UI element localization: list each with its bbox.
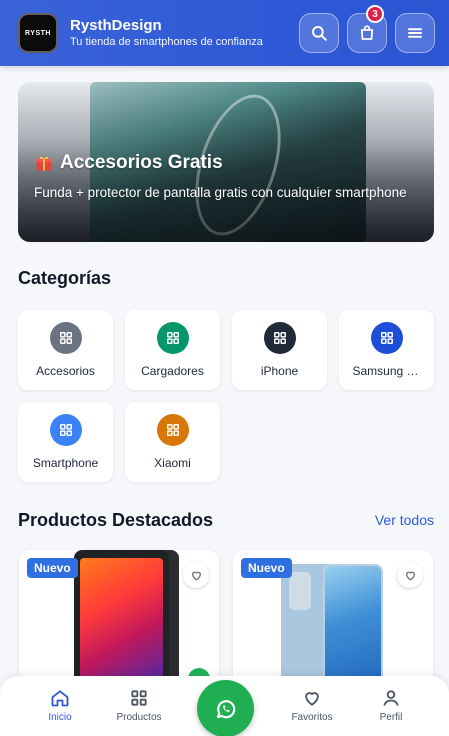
gift-icon bbox=[35, 156, 53, 171]
nav-item-perfil[interactable]: Perfil bbox=[356, 688, 426, 723]
category-card[interactable]: iPhone bbox=[232, 310, 327, 390]
nav-item-favoritos[interactable]: Favoritos bbox=[277, 688, 347, 723]
category-grid-icon bbox=[156, 322, 189, 354]
cart-count-badge: 3 bbox=[366, 5, 384, 23]
new-badge: Nuevo bbox=[241, 558, 292, 578]
brand-name: RysthDesign bbox=[70, 17, 162, 34]
favorite-button[interactable] bbox=[183, 562, 209, 588]
brand-tagline: Tu tienda de smartphones de confianza bbox=[70, 36, 263, 48]
brand-logo[interactable]: RYSTH bbox=[18, 13, 58, 53]
app-header: RYSTH RysthDesign Tu tienda de smartphon… bbox=[0, 0, 449, 66]
category-label: iPhone bbox=[260, 364, 299, 378]
shopping-bag-icon bbox=[360, 25, 374, 40]
whatsapp-button[interactable] bbox=[197, 680, 254, 736]
category-label: Accesorios bbox=[36, 364, 95, 378]
nav-label: Perfil bbox=[379, 712, 403, 723]
category-card[interactable]: Smartphone bbox=[18, 402, 113, 482]
category-label: Samsung Galaxy bbox=[352, 364, 421, 378]
hamburger-menu-icon bbox=[408, 28, 422, 38]
logo-text: RYSTH bbox=[25, 29, 51, 37]
category-grid-icon bbox=[156, 414, 189, 446]
brand-block: RysthDesign Tu tienda de smartphones de … bbox=[70, 17, 291, 49]
category-grid-icon bbox=[263, 322, 296, 354]
banner-description: Funda + protector de pantalla gratis con… bbox=[34, 185, 407, 200]
grid-icon bbox=[131, 690, 147, 706]
promo-banner[interactable]: Accesorios Gratis Funda + protector de p… bbox=[18, 82, 434, 242]
category-grid-icon bbox=[49, 414, 82, 446]
search-icon bbox=[312, 26, 327, 41]
home-icon bbox=[51, 690, 69, 707]
nav-label: Productos bbox=[116, 712, 162, 723]
heart-icon bbox=[191, 571, 201, 580]
category-card[interactable]: Cargadores bbox=[125, 310, 220, 390]
new-badge: Nuevo bbox=[27, 558, 78, 578]
banner-title: Accesorios Gratis bbox=[34, 152, 223, 174]
search-button[interactable] bbox=[299, 13, 339, 53]
category-card[interactable]: Accesorios bbox=[18, 310, 113, 390]
category-grid-icon bbox=[370, 322, 403, 354]
heart-icon bbox=[305, 692, 319, 706]
category-label: Cargadores bbox=[141, 364, 204, 378]
categories-title: Categorías bbox=[18, 268, 112, 288]
category-grid-icon bbox=[49, 322, 82, 354]
featured-products-title: Productos Destacados bbox=[18, 510, 214, 530]
see-all-link[interactable]: Ver todos bbox=[375, 512, 434, 528]
cart-button[interactable]: 3 bbox=[347, 5, 387, 53]
nav-label: Inicio bbox=[48, 712, 72, 723]
nav-label: Favoritos bbox=[291, 712, 333, 723]
favorite-button[interactable] bbox=[397, 562, 423, 588]
nav-item-productos[interactable]: Productos bbox=[104, 688, 174, 723]
heart-icon bbox=[405, 571, 415, 580]
category-label: Xiaomi bbox=[154, 456, 191, 470]
category-label: Smartphone bbox=[32, 456, 99, 470]
menu-button[interactable] bbox=[395, 13, 435, 53]
user-icon bbox=[383, 690, 399, 706]
category-card[interactable]: Xiaomi bbox=[125, 402, 220, 482]
nav-item-inicio[interactable]: Inicio bbox=[25, 688, 95, 723]
whatsapp-icon bbox=[216, 699, 235, 718]
category-card[interactable]: Samsung Galaxy bbox=[339, 310, 434, 390]
